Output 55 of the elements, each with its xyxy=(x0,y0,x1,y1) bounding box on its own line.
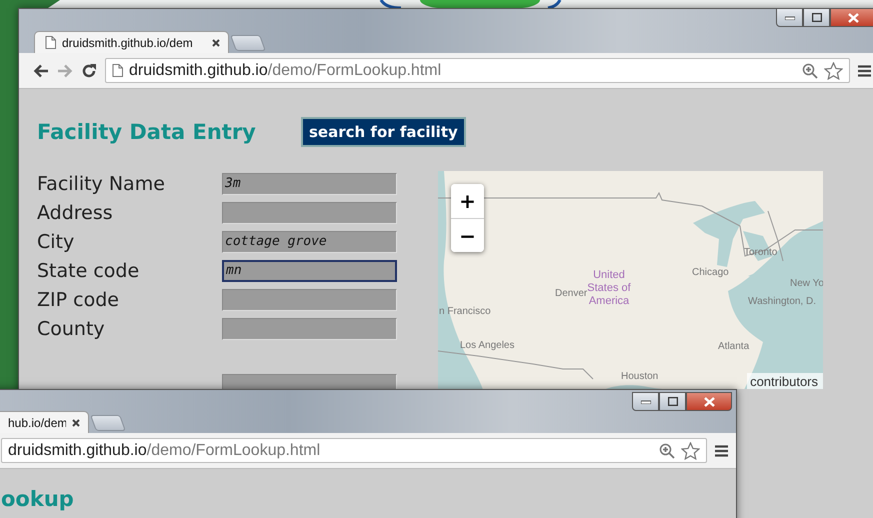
input-field[interactable] xyxy=(222,318,397,340)
close-icon xyxy=(704,396,714,406)
maximize-button[interactable] xyxy=(803,8,830,27)
input-field[interactable]: mn xyxy=(222,260,397,282)
menu-icon[interactable] xyxy=(715,444,728,456)
close-icon[interactable] xyxy=(212,38,220,46)
country-label: United States of America xyxy=(587,269,632,308)
maximize-icon xyxy=(812,13,822,22)
field-label: State code xyxy=(37,260,140,282)
minimize-button[interactable] xyxy=(632,392,659,411)
city-label: Washington, D. xyxy=(748,296,816,307)
zoom-icon[interactable] xyxy=(659,442,675,458)
star-icon[interactable] xyxy=(681,442,700,460)
map-attribution: contributors xyxy=(747,373,823,389)
field-label: County xyxy=(37,318,106,340)
input-field[interactable] xyxy=(222,288,397,310)
field-label: City xyxy=(37,230,76,252)
city-label: Atlanta xyxy=(718,341,750,352)
address-bar[interactable]: druidsmith.github.io/demo/FormLookup.html xyxy=(105,58,850,83)
input-field[interactable]: 3m xyxy=(222,172,397,194)
city-label: Los Angeles xyxy=(460,340,514,351)
page-icon xyxy=(112,64,123,77)
input-field[interactable]: cottage grove xyxy=(222,230,397,252)
page-icon xyxy=(45,36,56,49)
address-bar[interactable]: druidsmith.github.io/demo/FormLookup.html xyxy=(1,438,707,463)
input-field[interactable] xyxy=(222,374,397,389)
close-icon[interactable] xyxy=(72,418,80,426)
field-label: Address xyxy=(37,202,114,224)
city-label: Toronto xyxy=(744,247,778,258)
star-icon[interactable] xyxy=(824,62,843,80)
city-label: Denver xyxy=(555,288,588,299)
input-field[interactable] xyxy=(222,202,397,224)
close-button[interactable] xyxy=(830,8,873,27)
city-label: n Francisco xyxy=(439,306,491,317)
close-icon xyxy=(848,12,858,22)
browser-tab[interactable]: druidsmith.github.io/dem xyxy=(34,31,229,53)
minimize-icon xyxy=(784,16,794,20)
maximize-button[interactable] xyxy=(659,392,686,411)
field-label: Facility Name xyxy=(37,172,166,194)
city-label: Houston xyxy=(621,371,658,382)
minimize-button[interactable] xyxy=(776,8,803,27)
back-icon[interactable] xyxy=(33,64,49,78)
menu-icon[interactable] xyxy=(858,64,871,76)
page-heading: Facility Data Entry xyxy=(37,120,257,144)
zoom-icon[interactable] xyxy=(802,62,818,78)
zoom-in-button[interactable]: + xyxy=(451,184,484,218)
city-label: Chicago xyxy=(692,267,729,278)
reload-icon[interactable] xyxy=(81,62,97,78)
zoom-out-button[interactable]: − xyxy=(451,218,484,252)
maximize-icon xyxy=(668,397,678,406)
minimize-icon xyxy=(640,400,650,404)
page-heading: ookup xyxy=(1,487,75,511)
close-button[interactable] xyxy=(686,392,732,411)
field-label: ZIP code xyxy=(37,288,120,310)
search-button[interactable]: search for facility xyxy=(301,117,466,147)
